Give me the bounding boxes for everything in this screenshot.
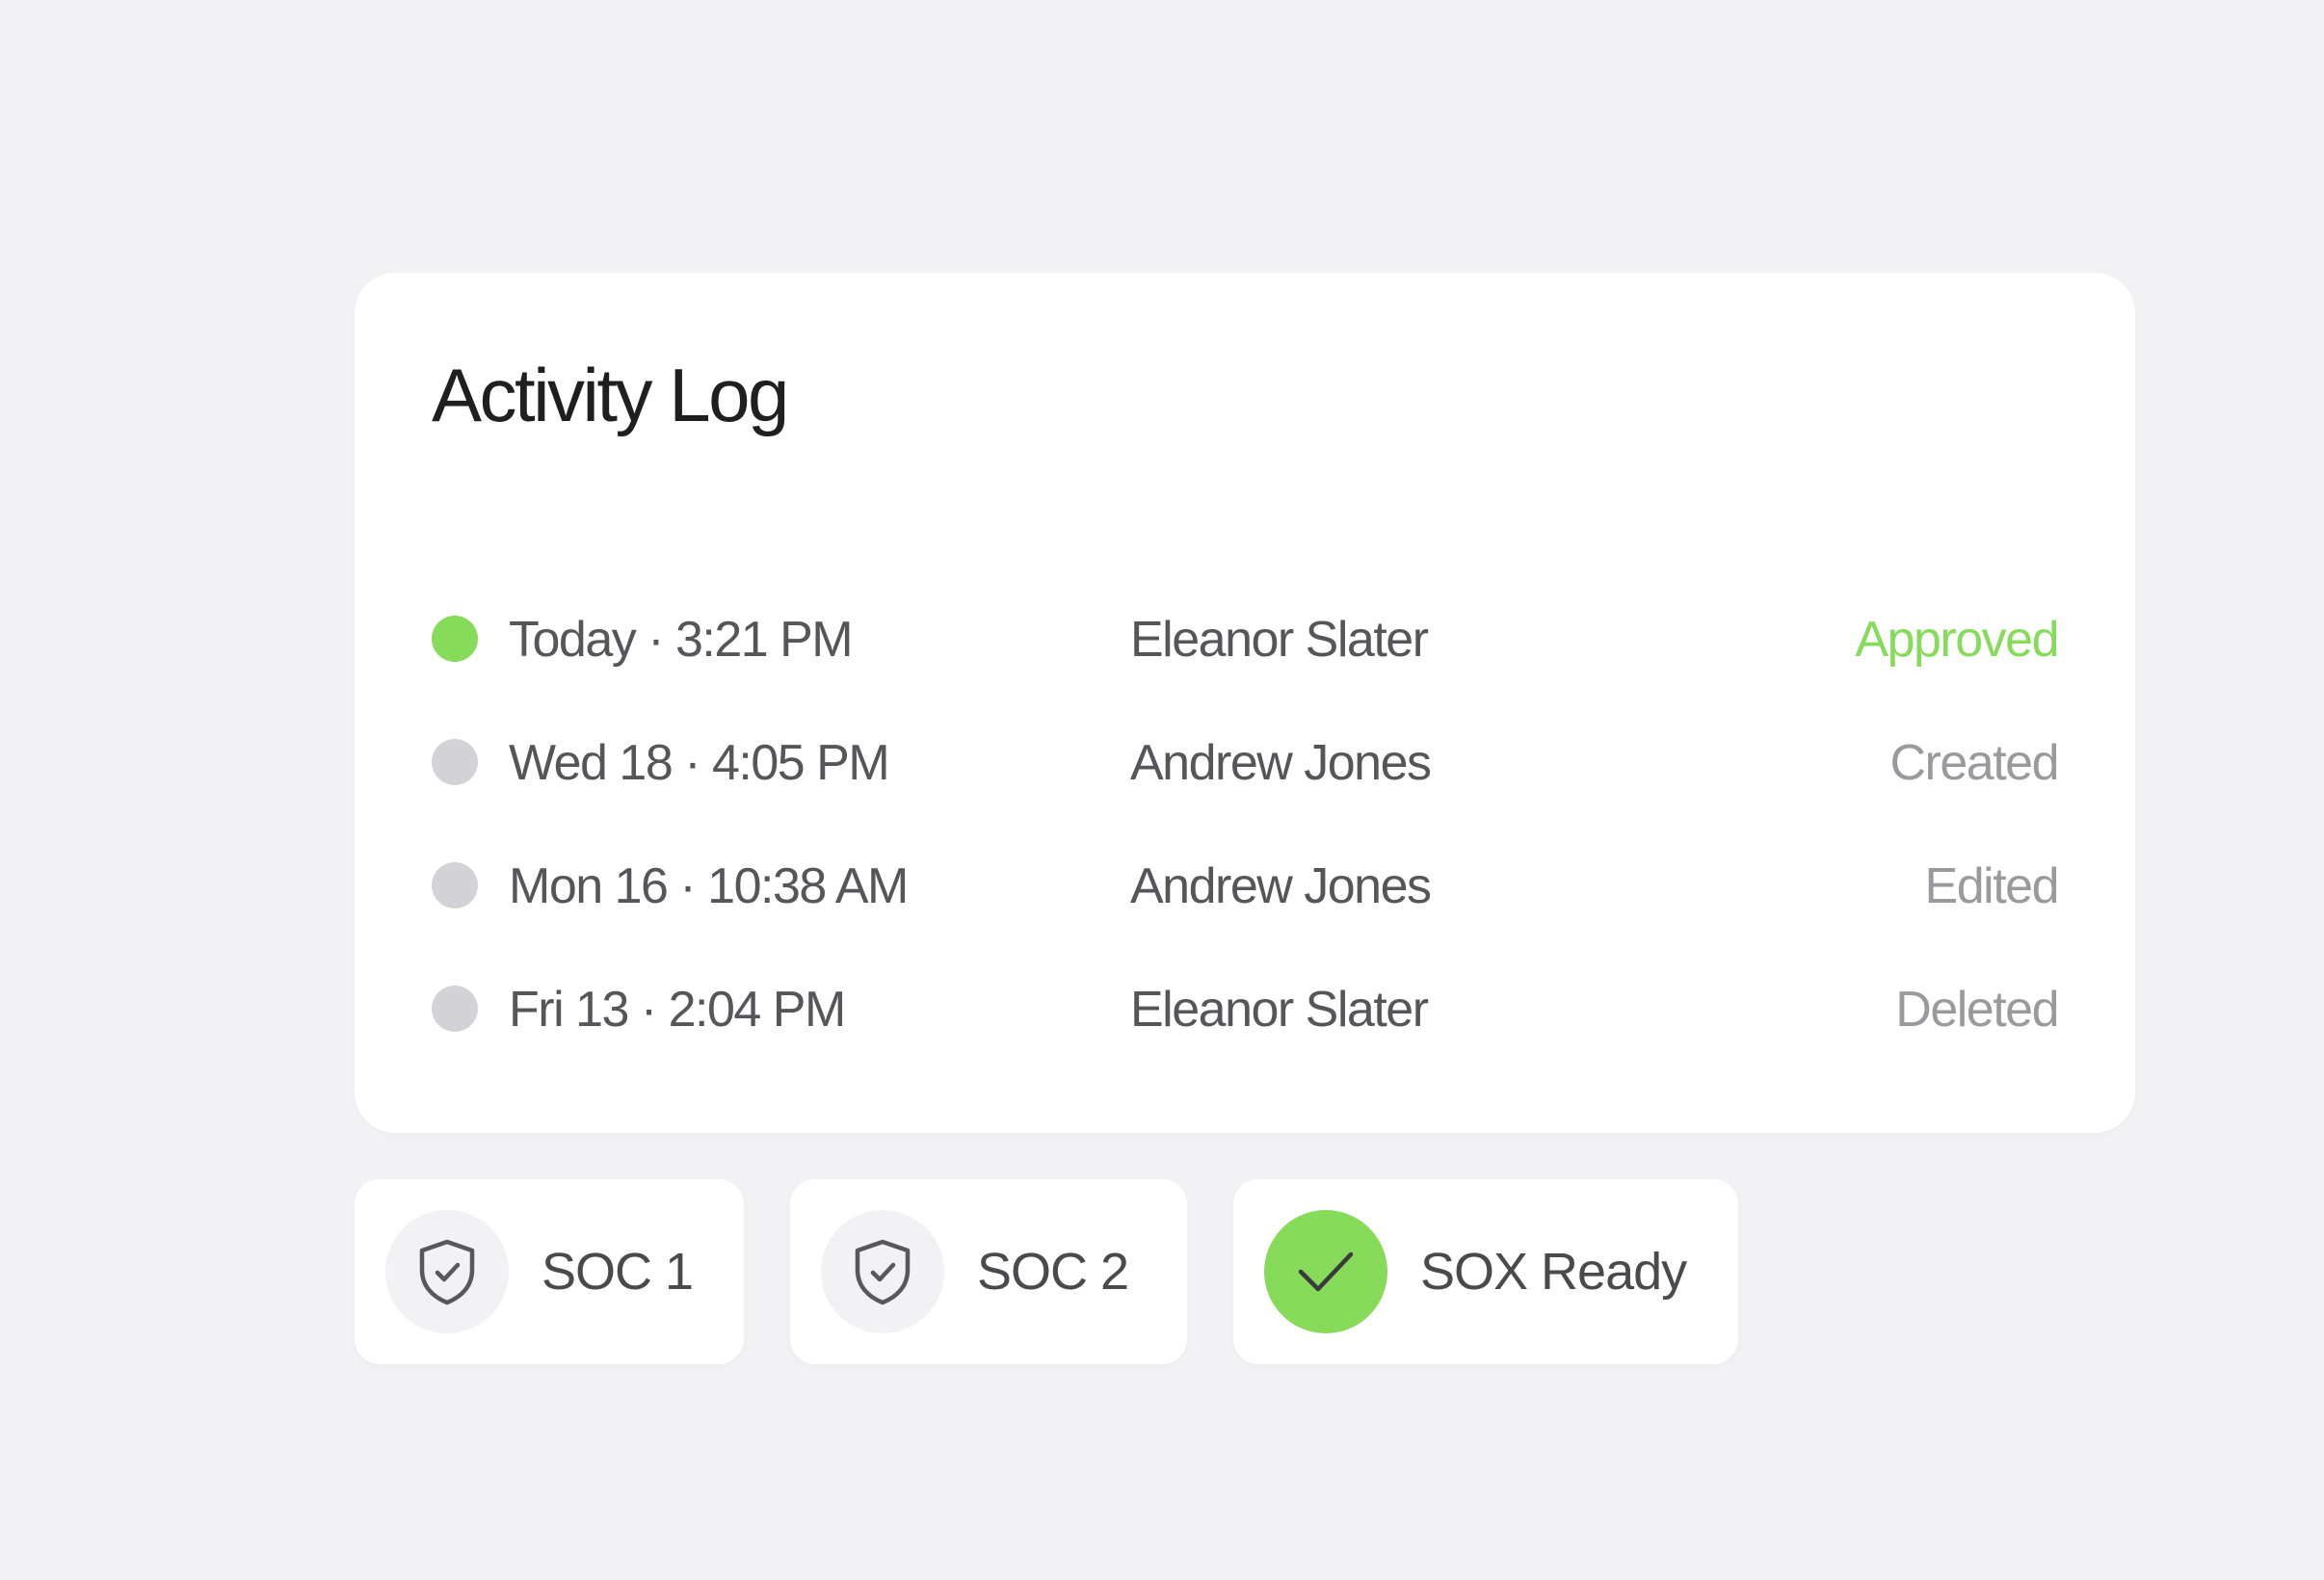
activity-row[interactable]: Wed 18 · 4:05 PM Andrew Jones Created: [432, 701, 2060, 825]
activity-time: Fri 13 · 2:04 PM: [509, 982, 846, 1038]
activity-list: Today · 3:21 PM Eleanor Slater Approved …: [432, 578, 2060, 1071]
activity-user: Eleanor Slater: [1130, 982, 1429, 1038]
badge-label: SOX Ready: [1420, 1243, 1687, 1301]
activity-status: Approved: [1855, 612, 2059, 668]
activity-status: Deleted: [1895, 982, 2059, 1038]
shield-check-icon: [385, 1210, 509, 1333]
activity-time: Today · 3:21 PM: [509, 612, 854, 668]
status-dot: [432, 986, 478, 1032]
activity-status: Edited: [1924, 858, 2060, 914]
checkmark-icon: [1264, 1210, 1387, 1333]
activity-row[interactable]: Fri 13 · 2:04 PM Eleanor Slater Deleted: [432, 948, 2059, 1071]
shield-check-icon: [821, 1210, 944, 1333]
activity-user: Andrew Jones: [1130, 735, 1432, 791]
activity-log-card: Activity Log Today · 3:21 PM Eleanor Sla…: [355, 273, 2135, 1133]
status-dot: [432, 616, 478, 662]
activity-time: Mon 16 · 10:38 AM: [509, 858, 909, 914]
activity-time: Wed 18 · 4:05 PM: [509, 735, 890, 791]
status-dot: [432, 862, 478, 908]
activity-row[interactable]: Today · 3:21 PM Eleanor Slater Approved: [432, 578, 2059, 701]
activity-row[interactable]: Mon 16 · 10:38 AM Andrew Jones Edited: [432, 825, 2060, 948]
activity-status: Created: [1889, 735, 2060, 791]
activity-user: Eleanor Slater: [1130, 612, 1429, 668]
status-dot: [432, 739, 478, 785]
badge-label: SOC 2: [977, 1243, 1129, 1301]
sox-ready-badge[interactable]: SOX Ready: [1233, 1179, 1738, 1364]
soc1-badge[interactable]: SOC 1: [355, 1179, 744, 1364]
activity-user: Andrew Jones: [1130, 858, 1432, 914]
card-title: Activity Log: [432, 353, 789, 437]
badge-label: SOC 1: [541, 1243, 694, 1301]
soc2-badge[interactable]: SOC 2: [790, 1179, 1187, 1364]
